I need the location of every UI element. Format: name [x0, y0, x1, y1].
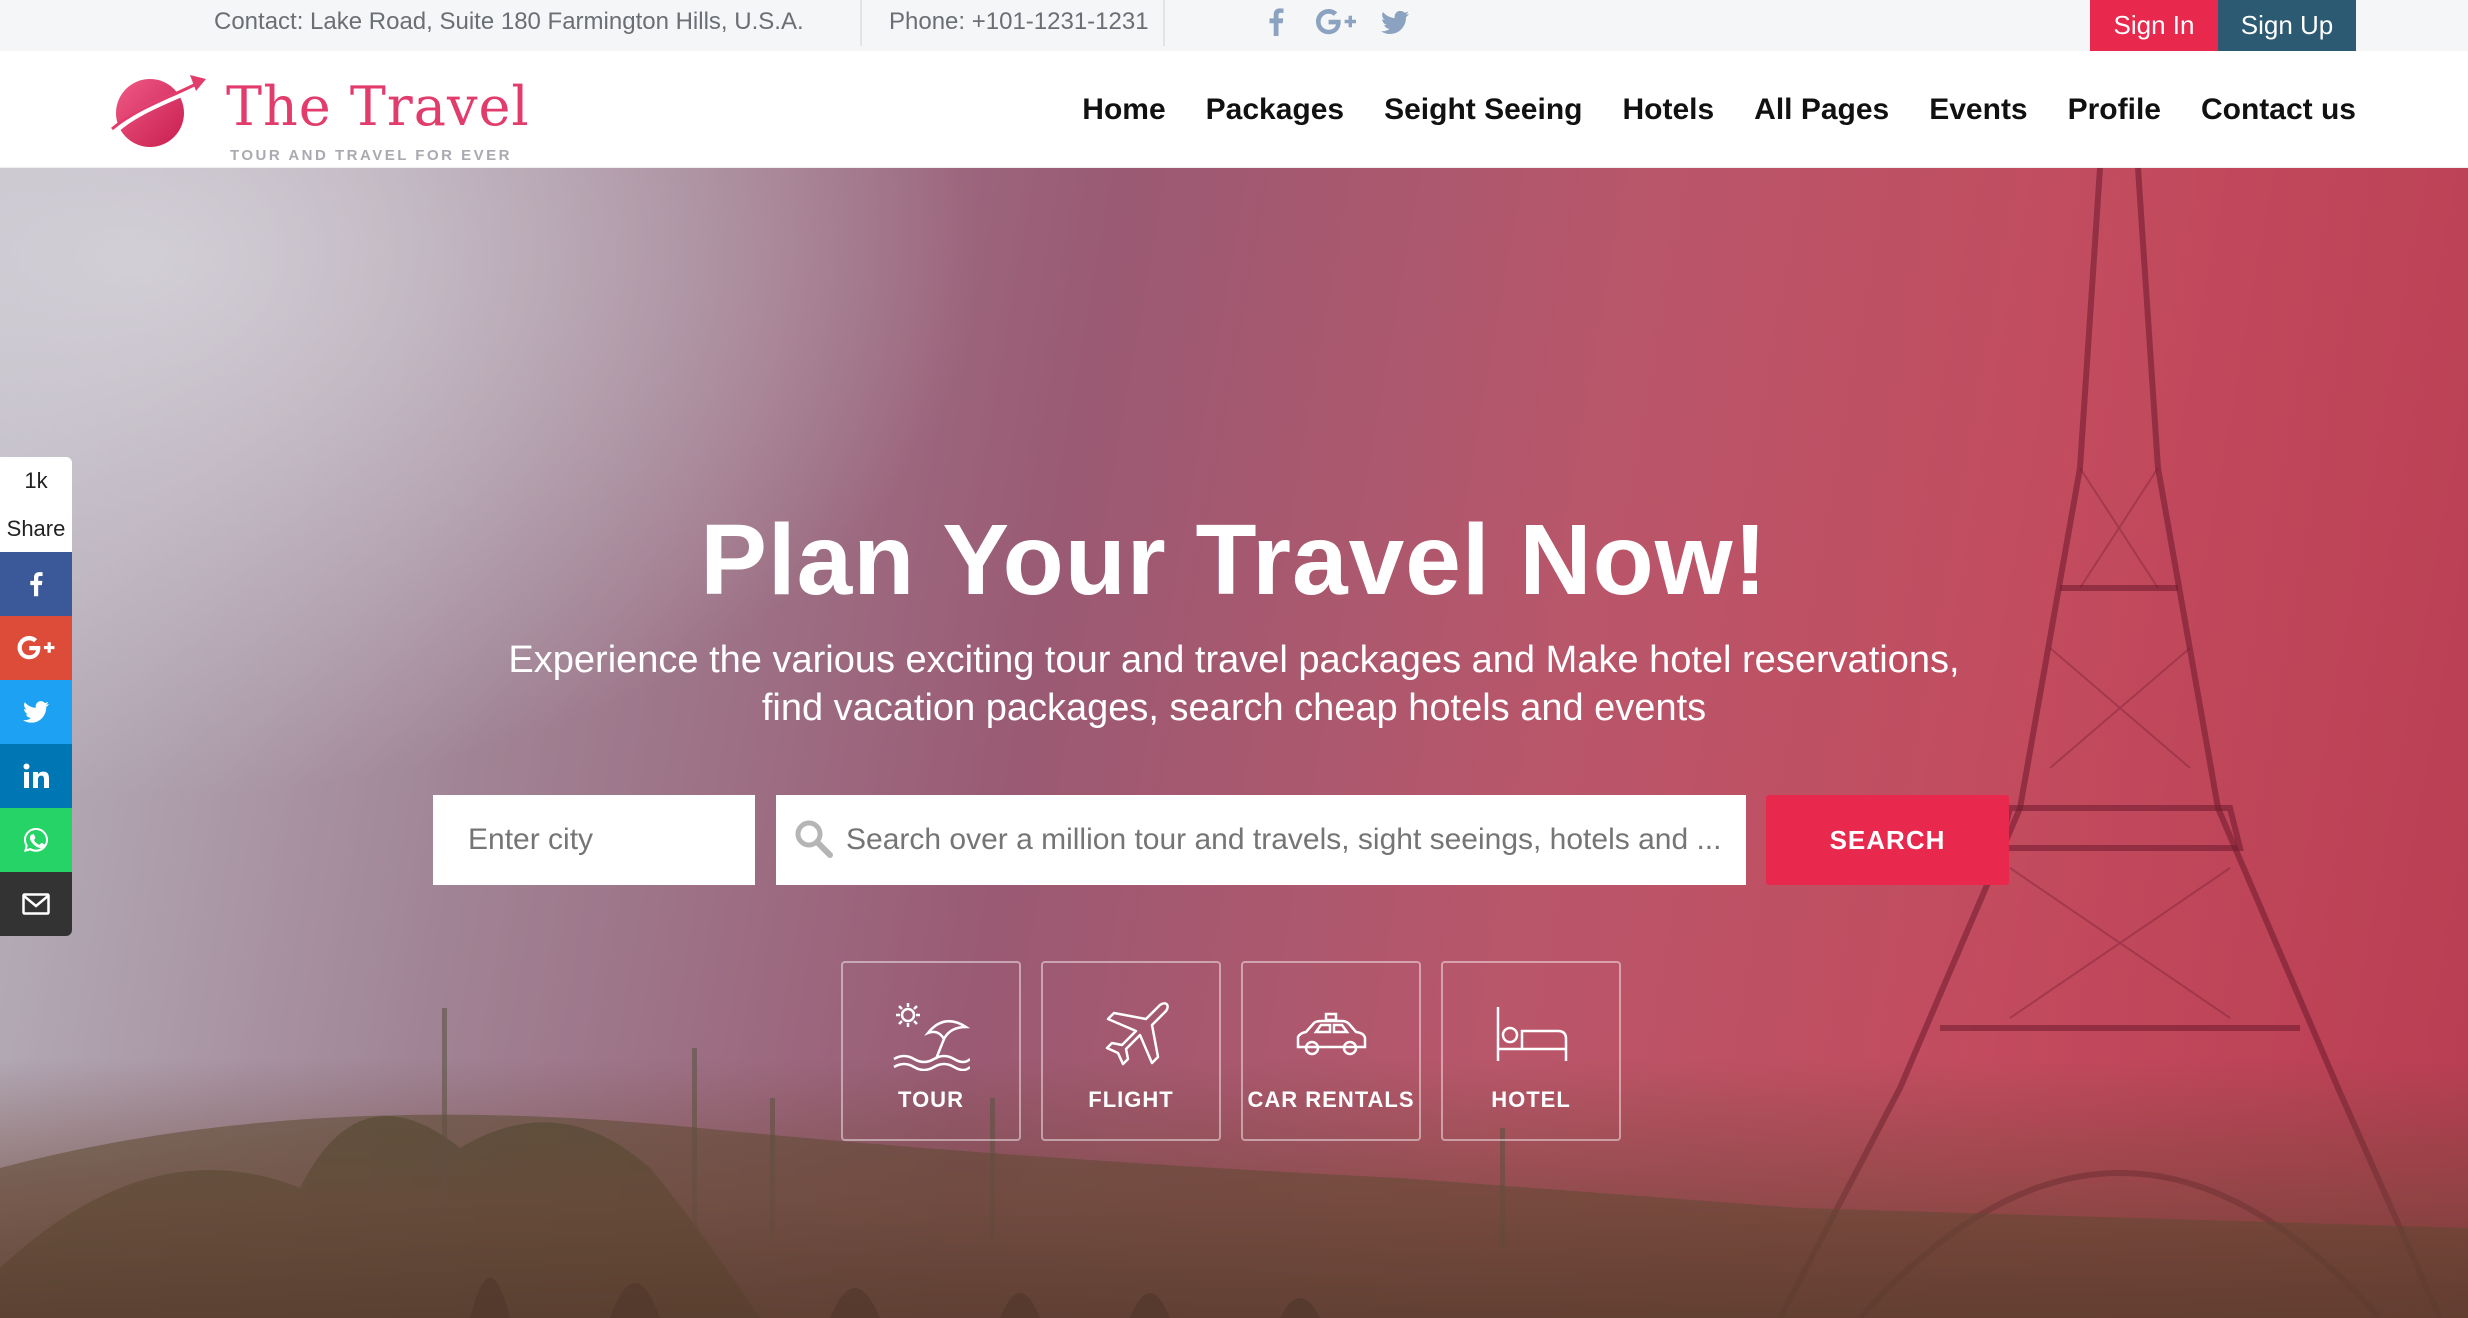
- bed-icon: [1496, 1007, 1568, 1061]
- hero-section: Plan Your Travel Now! Experience the var…: [0, 168, 2468, 1318]
- airplane-icon: [1105, 1002, 1169, 1066]
- hero-subtitle: Experience the various exciting tour and…: [434, 636, 2034, 732]
- share-twitter-icon[interactable]: [0, 680, 72, 744]
- hero-ground-shade: [0, 1058, 2468, 1318]
- nav-hotels[interactable]: Hotels: [1622, 93, 1714, 127]
- share-bar: 1k Share: [0, 457, 72, 936]
- facebook-icon[interactable]: [1262, 6, 1290, 38]
- beach-umbrella-icon: [893, 1003, 970, 1071]
- share-count: 1k: [0, 457, 72, 505]
- search-field[interactable]: [776, 795, 1746, 885]
- contact-address: Contact: Lake Road, Suite 180 Farmington…: [214, 8, 804, 35]
- nav-all-pages[interactable]: All Pages: [1754, 93, 1889, 127]
- hero-title: Plan Your Travel Now!: [700, 504, 1768, 616]
- category-car-rentals-label: CAR RENTALS: [1247, 1087, 1415, 1112]
- nav-contact-us[interactable]: Contact us: [2201, 93, 2356, 127]
- city-input[interactable]: [433, 795, 755, 885]
- category-tour[interactable]: TOUR: [841, 961, 1021, 1141]
- planet-logo-icon: [111, 75, 206, 147]
- nav-sight-seeing[interactable]: Seight Seeing: [1384, 93, 1582, 127]
- divider: [860, 0, 862, 46]
- search-icon: [795, 820, 833, 858]
- share-google-plus-icon[interactable]: [0, 616, 72, 680]
- nav-menu: Home Packages Seight Seeing Hotels All P…: [1082, 51, 2356, 168]
- hero-subtitle-line1: Experience the various exciting tour and…: [508, 639, 1960, 681]
- share-whatsapp-icon[interactable]: [0, 808, 72, 872]
- sign-in-button[interactable]: Sign In: [2090, 0, 2218, 51]
- hero-subtitle-line2: find vacation packages, search cheap hot…: [761, 687, 1707, 729]
- google-plus-icon[interactable]: [1314, 6, 1358, 38]
- nav-packages[interactable]: Packages: [1206, 93, 1344, 127]
- search-button[interactable]: SEARCH: [1766, 795, 2009, 885]
- share-email-icon[interactable]: [0, 872, 72, 936]
- category-hotel[interactable]: HOTEL: [1441, 961, 1621, 1141]
- main-navbar: The Travel TOUR AND TRAVEL FOR EVER Home…: [0, 51, 2468, 168]
- twitter-icon[interactable]: [1380, 6, 1410, 38]
- category-hotel-label: HOTEL: [1491, 1087, 1571, 1112]
- site-logo[interactable]: The Travel TOUR AND TRAVEL FOR EVER: [108, 69, 530, 164]
- share-facebook-icon[interactable]: [0, 552, 72, 616]
- category-car-rentals[interactable]: CAR RENTALS: [1241, 961, 1421, 1141]
- nav-profile[interactable]: Profile: [2068, 93, 2161, 127]
- nav-home[interactable]: Home: [1082, 93, 1165, 127]
- category-flight-label: FLIGHT: [1088, 1087, 1174, 1112]
- category-flight[interactable]: FLIGHT: [1041, 961, 1221, 1141]
- share-linkedin-icon[interactable]: [0, 744, 72, 808]
- category-tour-label: TOUR: [898, 1087, 964, 1112]
- search-input[interactable]: [846, 795, 1736, 885]
- car-icon: [1296, 1012, 1367, 1056]
- logo-name: The Travel: [226, 75, 530, 138]
- sign-up-button[interactable]: Sign Up: [2218, 0, 2356, 51]
- top-bar: Contact: Lake Road, Suite 180 Farmington…: [0, 0, 2468, 51]
- share-label: Share: [0, 505, 72, 552]
- logo-tagline: TOUR AND TRAVEL FOR EVER: [230, 147, 512, 164]
- divider: [1163, 0, 1165, 46]
- contact-phone: Phone: +101-1231-1231: [889, 8, 1149, 35]
- nav-events[interactable]: Events: [1929, 93, 2027, 127]
